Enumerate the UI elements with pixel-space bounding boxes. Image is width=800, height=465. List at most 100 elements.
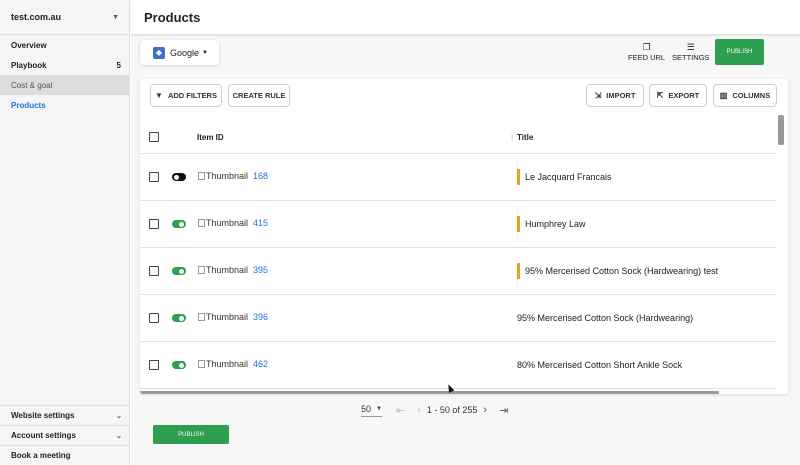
chevron-down-icon: ▼ <box>112 13 119 21</box>
title-text: 95% Mercerised Cotton Sock (Hardwearing) <box>517 313 694 323</box>
sidebar-item-label: Cost & goal <box>11 80 53 90</box>
column-header-title[interactable]: Title <box>517 133 533 142</box>
sidebar-bottom: Website settings ⌄ Account settings ⌄ Bo… <box>0 405 130 465</box>
flag-marker <box>517 216 520 232</box>
column-divider: | <box>511 132 514 142</box>
create-rule-button[interactable]: CREATE RULE <box>228 84 290 107</box>
sidebar-item-products[interactable]: Products <box>0 95 129 115</box>
import-label: IMPORT <box>606 91 636 100</box>
broken-image-icon <box>198 219 205 227</box>
channel-label: Google <box>170 47 200 58</box>
first-page-icon[interactable]: ⇤ <box>396 404 405 417</box>
import-icon: ⇲ <box>594 91 602 100</box>
book-meeting-link[interactable]: Book a meeting <box>0 445 130 465</box>
row-checkbox[interactable] <box>149 266 159 276</box>
caret-down-icon: ▼ <box>202 49 208 56</box>
add-filters-button[interactable]: ▼ ADD FILTERS <box>150 84 222 107</box>
page-title: Products <box>144 9 201 25</box>
title-text: 95% Mercerised Cotton Sock (Hardwearing)… <box>525 266 719 276</box>
thumbnail-alt: Thumbnail <box>206 312 249 322</box>
toggle-knob <box>179 315 184 321</box>
select-all-checkbox[interactable] <box>149 132 159 142</box>
toolbar: ◆ Google ▼ ❐ FEED URL ☰ SETTINGS PUBLISH <box>131 37 800 70</box>
item-id-link[interactable]: 396 <box>253 312 268 322</box>
sidebar-item-label: Overview <box>11 40 47 50</box>
item-id-link[interactable]: 462 <box>253 359 268 369</box>
enable-toggle[interactable] <box>172 220 186 228</box>
broken-image-icon <box>198 266 205 274</box>
enable-toggle[interactable] <box>172 361 186 369</box>
toggle-knob <box>179 268 184 274</box>
sidebar: test.com.au ▼ Overview Playbook 5 Cost &… <box>0 0 130 465</box>
item-id-link[interactable]: 415 <box>253 218 268 228</box>
broken-image-icon <box>198 172 205 180</box>
page-header: Products <box>131 0 800 35</box>
row-checkbox[interactable] <box>149 219 159 229</box>
add-filters-label: ADD FILTERS <box>167 91 217 100</box>
channel-dropdown[interactable]: ◆ Google ▼ <box>140 40 219 65</box>
table-row: Thumbnail 395 95% Mercerised Cotton Sock (… <box>140 248 776 295</box>
title-text: 80% Mercerised Cotton Short Ankle Sock <box>517 360 683 370</box>
last-page-icon[interactable]: ⇥ <box>499 404 508 417</box>
title-cell: Le Jacquard Francais <box>517 168 612 186</box>
table-row: Thumbnail 415 Humphrey Law <box>140 201 776 248</box>
publish-button[interactable]: PUBLISH <box>715 39 764 65</box>
feed-url-label: FEED URL <box>628 53 666 62</box>
thumbnail-alt: Thumbnail <box>206 171 249 181</box>
chevron-down-icon: ⌄ <box>116 412 122 420</box>
account-settings-toggle[interactable]: Account settings ⌄ <box>0 425 130 445</box>
columns-button[interactable]: ▥ COLUMNS <box>713 84 777 107</box>
site-selector[interactable]: test.com.au ▼ <box>0 0 129 35</box>
website-settings-toggle[interactable]: Website settings ⌄ <box>0 405 130 425</box>
thumbnail-image: Thumbnail <box>198 312 248 322</box>
row-checkbox[interactable] <box>149 172 159 182</box>
enable-toggle[interactable] <box>172 267 186 275</box>
thumbnail-alt: Thumbnail <box>206 359 249 369</box>
publish-bottom-button[interactable]: PUBLISH <box>153 425 229 444</box>
main-content: Products ◆ Google ▼ ❐ FEED URL ☰ SETTING… <box>131 0 800 465</box>
settings-button[interactable]: ☰ SETTINGS <box>672 42 710 62</box>
rows-per-page-value: 50 <box>361 403 372 414</box>
export-icon: ⇱ <box>656 91 664 100</box>
thumbnail-image: Thumbnail <box>198 359 248 369</box>
title-cell: 95% Mercerised Cotton Sock (Hardwearing)… <box>517 262 718 280</box>
thumbnail-image: Thumbnail <box>198 265 248 275</box>
settings-label: SETTINGS <box>672 53 710 62</box>
title-text: Le Jacquard Francais <box>525 172 612 182</box>
row-checkbox[interactable] <box>149 313 159 323</box>
sidebar-item-label: Products <box>11 100 46 110</box>
enable-toggle[interactable] <box>172 173 186 181</box>
toggle-knob <box>179 362 184 368</box>
sidebar-item-label: Playbook <box>11 60 47 70</box>
publish-label: PUBLISH <box>178 431 204 438</box>
pagination: 50 ▼ ⇤ ‹ 1 - 50 of 255 › ⇥ <box>361 400 514 420</box>
sidebar-item-playbook[interactable]: Playbook 5 <box>0 55 129 75</box>
copy-icon: ❐ <box>642 42 651 52</box>
import-button[interactable]: ⇲ IMPORT <box>586 84 644 107</box>
item-id-link[interactable]: 395 <box>253 265 268 275</box>
rows-per-page-select[interactable]: 50 ▼ <box>361 404 382 417</box>
columns-label: COLUMNS <box>732 91 771 100</box>
create-rule-label: CREATE RULE <box>232 91 286 100</box>
playbook-count-badge: 5 <box>116 60 121 70</box>
prev-page-icon[interactable]: ‹ <box>417 404 421 416</box>
chevron-down-icon: ⌄ <box>116 432 122 440</box>
thumbnail-image: Thumbnail <box>198 218 248 228</box>
enable-toggle[interactable] <box>172 314 186 322</box>
row-checkbox[interactable] <box>149 360 159 370</box>
sidebar-item-overview[interactable]: Overview <box>0 35 129 55</box>
table-row: Thumbnail 462 80% Mercerised Cotton Short … <box>140 342 776 389</box>
export-button[interactable]: ⇱ EXPORT <box>649 84 707 107</box>
vertical-scrollbar[interactable] <box>778 115 784 145</box>
sidebar-item-cost-goal[interactable]: Cost & goal <box>0 75 129 95</box>
account-settings-label: Account settings <box>11 431 76 440</box>
title-cell: 95% Mercerised Cotton Sock (Hardwearing) <box>517 309 693 327</box>
title-cell: Humphrey Law <box>517 215 586 233</box>
broken-image-icon <box>198 313 205 321</box>
item-id-link[interactable]: 168 <box>253 171 268 181</box>
column-header-item-id[interactable]: Item ID <box>197 133 224 142</box>
horizontal-scrollbar[interactable] <box>140 391 719 394</box>
next-page-icon[interactable]: › <box>483 404 487 416</box>
feed-url-button[interactable]: ❐ FEED URL <box>628 42 665 62</box>
columns-icon: ▥ <box>719 91 728 100</box>
